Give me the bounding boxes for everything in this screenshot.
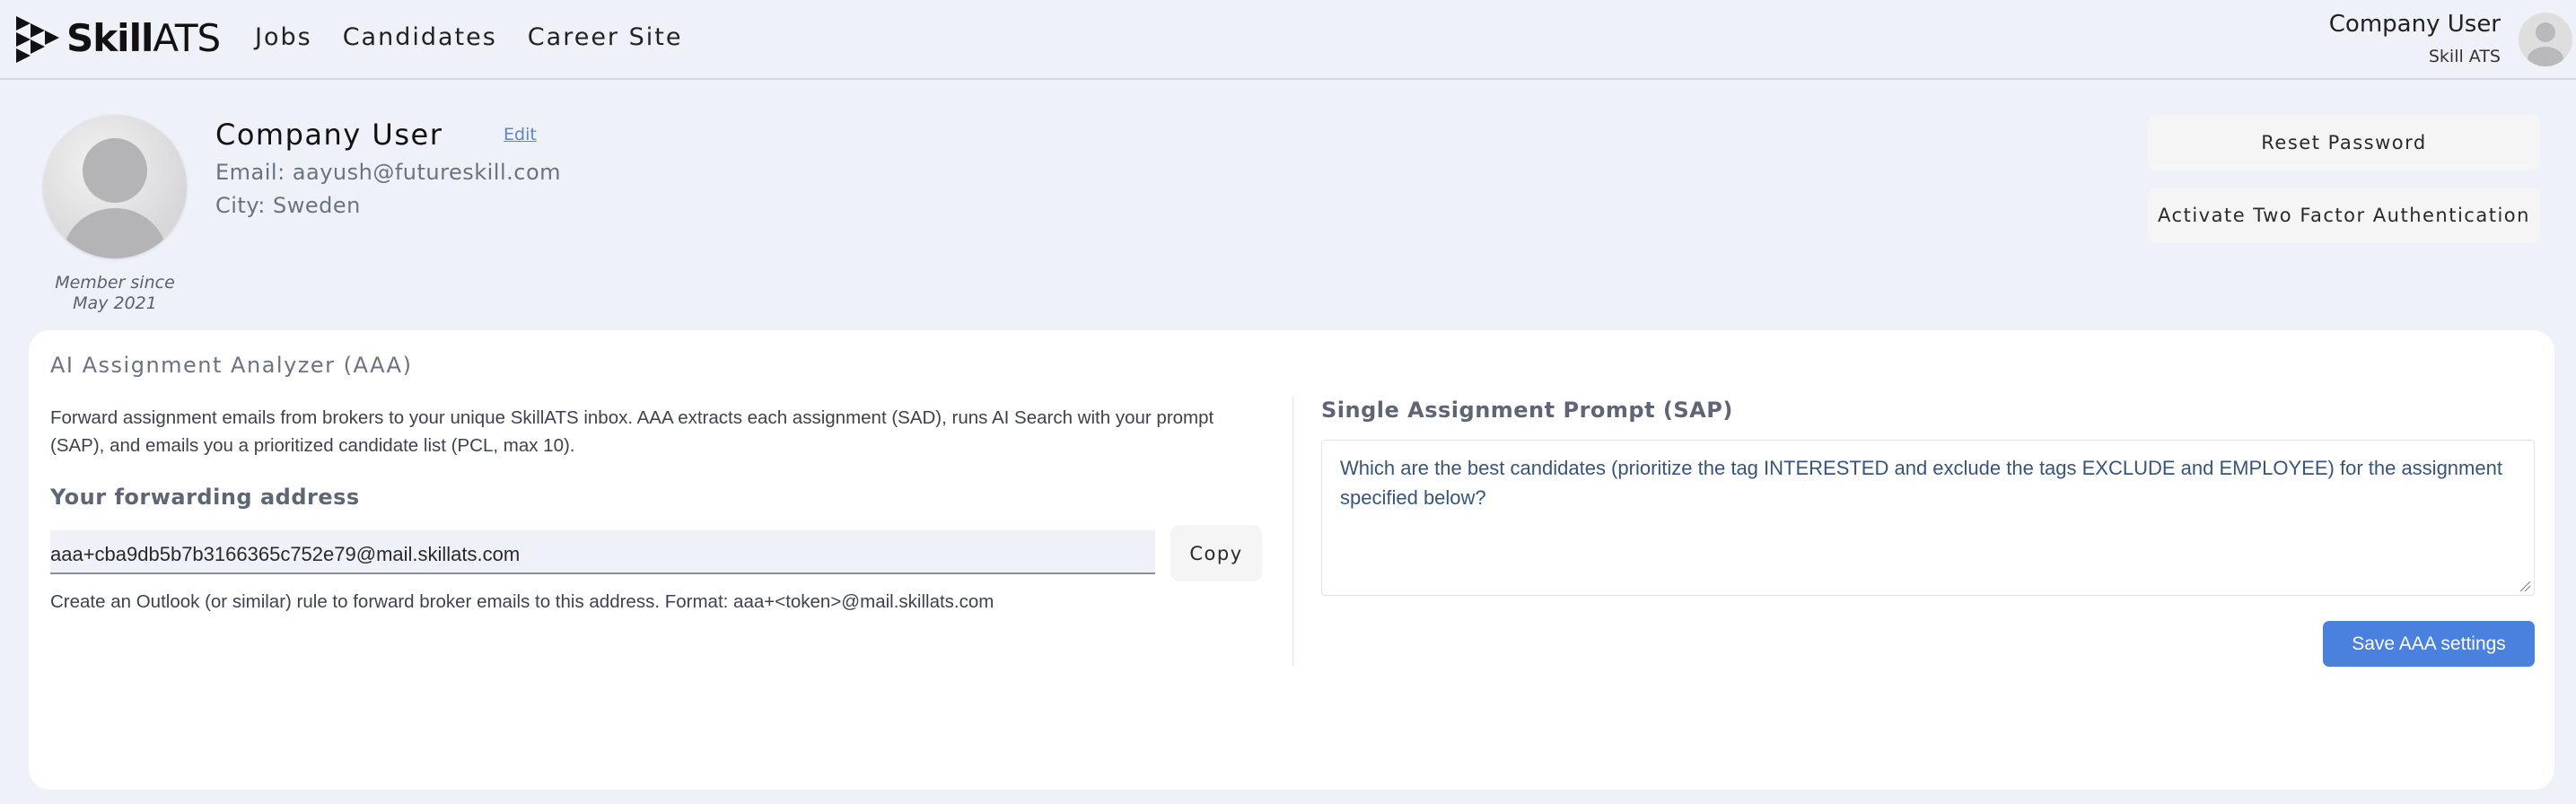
edit-profile-link[interactable]: Edit — [504, 125, 537, 144]
member-since: Member since May 2021 — [43, 273, 187, 314]
sap-prompt-textarea[interactable]: Which are the best candidates (prioritiz… — [1321, 440, 2535, 596]
aaa-description: Forward assignment emails from brokers t… — [50, 407, 1214, 456]
brand-name-light: ATS — [153, 16, 221, 60]
profile-avatar-icon — [43, 115, 187, 258]
top-navbar: SkillATS Jobs Candidates Career Site Com… — [0, 0, 2576, 80]
aaa-card-title: AI Assignment Analyzer (AAA) — [50, 353, 413, 378]
brand-wordmark: SkillATS — [66, 16, 221, 60]
profile-email: Email: aayush@futureskill.com — [215, 160, 562, 185]
resize-grip-icon[interactable] — [2519, 580, 2531, 592]
user-avatar-icon[interactable] — [2519, 13, 2572, 66]
user-menu[interactable]: Company User Skill ATS — [2329, 11, 2501, 66]
column-divider — [1292, 397, 1293, 666]
member-since-label: Member since — [55, 273, 175, 293]
nav-item-career-site[interactable]: Career Site — [528, 23, 683, 51]
save-aaa-settings-button[interactable]: Save AAA settings — [2323, 621, 2535, 667]
main-nav: Jobs Candidates Career Site — [255, 23, 682, 51]
profile-city: City: Sweden — [215, 193, 361, 218]
play-arrows-logo-icon — [16, 16, 59, 63]
forwarding-help-text: Create an Outlook (or similar) rule to f… — [50, 591, 994, 612]
activate-two-factor-button[interactable]: Activate Two Factor Authentication — [2148, 188, 2540, 243]
current-user-name: Company User — [2328, 11, 2501, 38]
nav-item-candidates[interactable]: Candidates — [343, 23, 497, 51]
sap-label: Single Assignment Prompt (SAP) — [1321, 398, 1733, 423]
sap-prompt-text: Which are the best candidates (prioritiz… — [1340, 457, 2502, 509]
profile-name: Company User — [215, 118, 443, 152]
forwarding-address-label: Your forwarding address — [50, 485, 360, 510]
brand-logo[interactable]: SkillATS — [14, 13, 221, 66]
copy-address-button[interactable]: Copy — [1170, 525, 1262, 581]
nav-item-jobs[interactable]: Jobs — [255, 23, 312, 51]
brand-name-bold: Skill — [66, 16, 153, 60]
reset-password-button[interactable]: Reset Password — [2148, 115, 2540, 170]
forwarding-address-input[interactable] — [50, 530, 1155, 574]
member-since-date: May 2021 — [73, 293, 157, 313]
current-user-organization: Skill ATS — [2428, 47, 2501, 66]
